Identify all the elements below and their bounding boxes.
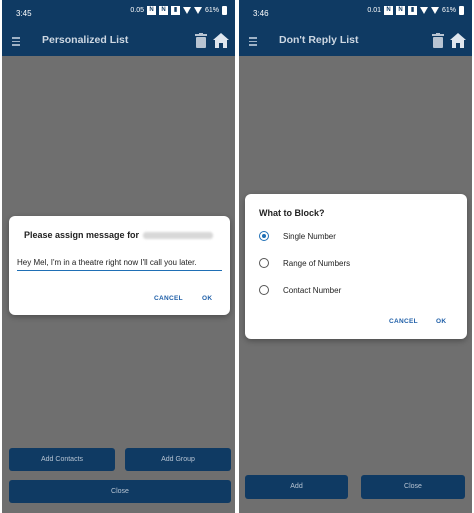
home-icon[interactable] bbox=[450, 33, 466, 48]
wifi-icon bbox=[419, 7, 428, 14]
cancel-button[interactable]: CANCEL bbox=[389, 318, 418, 325]
ok-button[interactable]: OK bbox=[202, 295, 212, 302]
battery-percent: 61% bbox=[204, 7, 219, 14]
trash-icon[interactable] bbox=[195, 33, 207, 48]
status-bar: 3:45 0.05 N N ▮ 61% bbox=[2, 0, 235, 26]
option-label: Single Number bbox=[283, 231, 336, 241]
dialog-title: Please assign message for bbox=[24, 230, 214, 240]
app-notification-icon: N bbox=[383, 6, 393, 15]
option-single-number[interactable]: Single Number bbox=[259, 231, 336, 241]
signal-icon bbox=[193, 7, 202, 14]
status-icons: 0.05 N N ▮ 61% bbox=[130, 6, 227, 15]
add-contacts-button[interactable]: Add Contacts bbox=[9, 448, 115, 471]
app-notification-icon: N bbox=[395, 6, 405, 15]
battery-icon bbox=[459, 6, 464, 15]
option-label: Range of Numbers bbox=[283, 258, 351, 268]
wifi-icon bbox=[182, 7, 191, 14]
cancel-button[interactable]: CANCEL bbox=[154, 295, 183, 302]
home-icon[interactable] bbox=[213, 33, 229, 48]
radio-selected-icon[interactable] bbox=[259, 231, 269, 241]
phone-screen-dont-reply-list: 3:46 0.01 N N ▮ 61% Don't Reply List Wha… bbox=[239, 0, 472, 513]
contact-name-blurred bbox=[143, 232, 214, 240]
menu-icon[interactable] bbox=[249, 37, 257, 48]
status-time: 3:45 bbox=[16, 9, 32, 18]
network-speed: 0.05 bbox=[130, 7, 144, 14]
battery-percent: 61% bbox=[441, 7, 456, 14]
add-group-button[interactable]: Add Group bbox=[125, 448, 231, 471]
radio-unselected-icon[interactable] bbox=[259, 285, 269, 295]
dialog-title: What to Block? bbox=[259, 208, 325, 218]
page-title: Personalized List bbox=[42, 34, 129, 46]
menu-icon[interactable] bbox=[12, 37, 20, 48]
status-time: 3:46 bbox=[253, 9, 269, 18]
page-title: Don't Reply List bbox=[279, 34, 359, 46]
network-speed: 0.01 bbox=[367, 7, 381, 14]
battery-icon bbox=[222, 6, 227, 15]
status-bar: 3:46 0.01 N N ▮ 61% bbox=[239, 0, 472, 26]
message-input[interactable]: Hey Mel, I'm in a theatre right now I'll… bbox=[17, 258, 222, 271]
add-button[interactable]: Add bbox=[245, 475, 348, 499]
ok-button[interactable]: OK bbox=[436, 318, 446, 325]
app-notification-icon: N bbox=[146, 6, 156, 15]
trash-icon[interactable] bbox=[432, 33, 444, 48]
status-icons: 0.01 N N ▮ 61% bbox=[367, 6, 464, 15]
what-to-block-dialog: What to Block? Single Number Range of Nu… bbox=[245, 194, 467, 339]
vibrate-icon: ▮ bbox=[407, 6, 417, 15]
signal-icon bbox=[430, 7, 439, 14]
option-label: Contact Number bbox=[283, 285, 342, 295]
dialog-title-text: Please assign message for bbox=[24, 230, 140, 240]
toolbar: Personalized List bbox=[2, 26, 235, 56]
option-range-of-numbers[interactable]: Range of Numbers bbox=[259, 258, 350, 268]
close-button[interactable]: Close bbox=[9, 480, 231, 503]
close-button[interactable]: Close bbox=[361, 475, 465, 499]
assign-message-dialog: Please assign message for Hey Mel, I'm i… bbox=[9, 216, 230, 315]
phone-screen-personalized-list: 3:45 0.05 N N ▮ 61% Personalized List Pl… bbox=[2, 0, 235, 513]
option-contact-number[interactable]: Contact Number bbox=[259, 285, 341, 295]
app-notification-icon: N bbox=[158, 6, 168, 15]
vibrate-icon: ▮ bbox=[170, 6, 180, 15]
radio-unselected-icon[interactable] bbox=[259, 258, 269, 268]
toolbar: Don't Reply List bbox=[239, 26, 472, 56]
